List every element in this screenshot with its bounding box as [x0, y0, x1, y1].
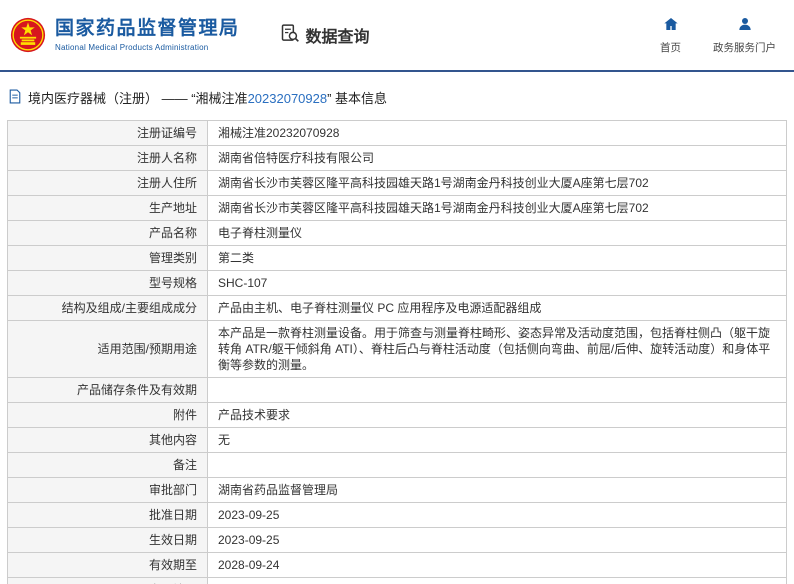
- row-label: 其他内容: [8, 428, 208, 453]
- info-table: 注册证编号 湘械注准20232070928 注册人名称 湖南省倍特医疗科技有限公…: [7, 120, 787, 584]
- row-value: 湖南省长沙市芙蓉区隆平高科技园雄天路1号湖南金丹科技创业大厦A座第七层702: [208, 171, 787, 196]
- table-row: 生效日期 2023-09-25: [8, 528, 787, 553]
- table-row: 结构及组成/主要组成成分 产品由主机、电子脊柱测量仪 PC 应用程序及电源适配器…: [8, 296, 787, 321]
- data-query-title: 数据查询: [280, 23, 370, 48]
- document-icon: [8, 89, 22, 107]
- row-label: 附件: [8, 403, 208, 428]
- row-label: 批准日期: [8, 503, 208, 528]
- row-label: 产品储存条件及有效期: [8, 378, 208, 403]
- row-value: 湘械注准20232070928: [208, 121, 787, 146]
- row-value: 2023-09-25: [208, 503, 787, 528]
- row-value: 本产品是一款脊柱测量设备。用于筛查与测量脊柱畸形、姿态异常及活动度范围，包括脊柱…: [208, 321, 787, 378]
- org-title-block: 国家药品监督管理局 National Medical Products Admi…: [55, 18, 240, 52]
- breadcrumb-section: 境内医疗器械（注册） —— “湘械注准: [28, 91, 248, 106]
- breadcrumb-text: 境内医疗器械（注册） —— “湘械注准20232070928” 基本信息: [28, 88, 387, 107]
- row-label: 结构及组成/主要组成成分: [8, 296, 208, 321]
- row-value: 湖南省倍特医疗科技有限公司: [208, 146, 787, 171]
- row-value: 湖南省药品监督管理局: [208, 478, 787, 503]
- row-value: SHC-107: [208, 271, 787, 296]
- row-value: [208, 378, 787, 403]
- page: 国家药品监督管理局 National Medical Products Admi…: [0, 0, 794, 584]
- row-label: 变更情况: [8, 578, 208, 584]
- national-emblem-icon: [10, 17, 46, 53]
- row-label: 型号规格: [8, 271, 208, 296]
- row-value: 产品由主机、电子脊柱测量仪 PC 应用程序及电源适配器组成: [208, 296, 787, 321]
- row-label: 产品名称: [8, 221, 208, 246]
- table-row: 管理类别 第二类: [8, 246, 787, 271]
- org-name-en: National Medical Products Administration: [55, 43, 240, 52]
- nav-home-label: 首页: [660, 40, 681, 55]
- table-row: 适用范围/预期用途 本产品是一款脊柱测量设备。用于筛查与测量脊柱畸形、姿态异常及…: [8, 321, 787, 378]
- data-query-label: 数据查询: [306, 23, 370, 47]
- table-row: 注册人名称 湖南省倍特医疗科技有限公司: [8, 146, 787, 171]
- row-value: [208, 453, 787, 478]
- table-row: 附件 产品技术要求: [8, 403, 787, 428]
- info-table-body: 注册证编号 湘械注准20232070928 注册人名称 湖南省倍特医疗科技有限公…: [8, 121, 787, 584]
- table-row: 其他内容 无: [8, 428, 787, 453]
- breadcrumb-suffix: ” 基本信息: [327, 91, 387, 106]
- row-label: 有效期至: [8, 553, 208, 578]
- nav-portal-label: 政务服务门户: [713, 40, 776, 55]
- nav-portal[interactable]: 政务服务门户: [713, 16, 776, 55]
- table-row: 有效期至 2028-09-24: [8, 553, 787, 578]
- table-row: 产品储存条件及有效期: [8, 378, 787, 403]
- data-query-icon: [280, 23, 300, 48]
- row-label: 注册证编号: [8, 121, 208, 146]
- home-icon: [663, 16, 679, 37]
- table-row: 生产地址 湖南省长沙市芙蓉区隆平高科技园雄天路1号湖南金丹科技创业大厦A座第七层…: [8, 196, 787, 221]
- site-header: 国家药品监督管理局 National Medical Products Admi…: [0, 0, 794, 72]
- table-row: 注册人住所 湖南省长沙市芙蓉区隆平高科技园雄天路1号湖南金丹科技创业大厦A座第七…: [8, 171, 787, 196]
- row-label: 注册人住所: [8, 171, 208, 196]
- breadcrumb-reg-number: 20232070928: [248, 91, 328, 106]
- breadcrumb: 境内医疗器械（注册） —— “湘械注准20232070928” 基本信息: [0, 72, 794, 114]
- row-label: 生效日期: [8, 528, 208, 553]
- row-label: 审批部门: [8, 478, 208, 503]
- row-label: 备注: [8, 453, 208, 478]
- org-name-cn: 国家药品监督管理局: [55, 18, 240, 40]
- table-row: 批准日期 2023-09-25: [8, 503, 787, 528]
- nav-home[interactable]: 首页: [660, 16, 681, 55]
- table-row: 注册证编号 湘械注准20232070928: [8, 121, 787, 146]
- row-label: 适用范围/预期用途: [8, 321, 208, 378]
- table-row: 产品名称 电子脊柱测量仪: [8, 221, 787, 246]
- row-value: 2028-09-24: [208, 553, 787, 578]
- row-value: 产品技术要求: [208, 403, 787, 428]
- row-label: 注册人名称: [8, 146, 208, 171]
- row-value: 第二类: [208, 246, 787, 271]
- table-row: 变更情况: [8, 578, 787, 584]
- user-icon: [737, 16, 753, 37]
- row-value: 湖南省长沙市芙蓉区隆平高科技园雄天路1号湖南金丹科技创业大厦A座第七层702: [208, 196, 787, 221]
- row-value: 2023-09-25: [208, 528, 787, 553]
- table-row: 备注: [8, 453, 787, 478]
- row-label: 生产地址: [8, 196, 208, 221]
- row-value: 无: [208, 428, 787, 453]
- row-value: 电子脊柱测量仪: [208, 221, 787, 246]
- table-row: 型号规格 SHC-107: [8, 271, 787, 296]
- row-value: [208, 578, 787, 584]
- table-row: 审批部门 湖南省药品监督管理局: [8, 478, 787, 503]
- row-label: 管理类别: [8, 246, 208, 271]
